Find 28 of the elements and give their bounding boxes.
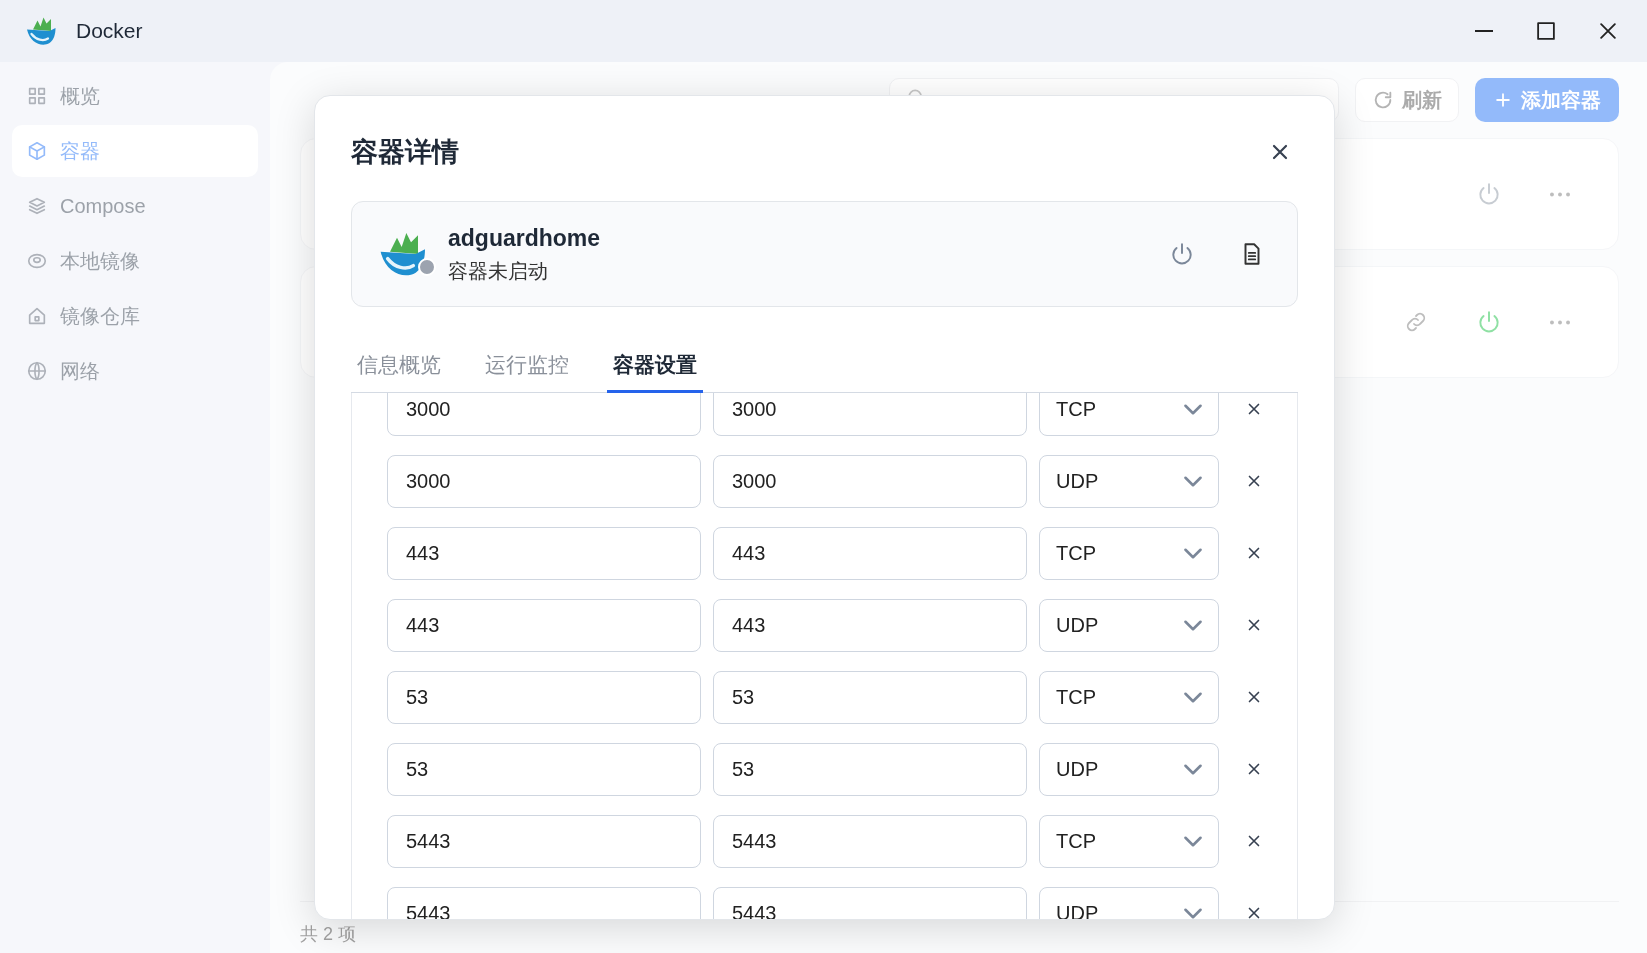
- container-port-field[interactable]: 443: [713, 598, 1027, 652]
- dialog-title: 容器详情: [351, 136, 459, 169]
- protocol-select[interactable]: TCP: [1039, 814, 1219, 868]
- host-port-field[interactable]: 53: [387, 670, 701, 724]
- container-port-field[interactable]: 5443: [713, 886, 1027, 919]
- host-port-field[interactable]: 3000: [387, 392, 701, 436]
- protocol-select[interactable]: TCP: [1039, 392, 1219, 436]
- window-title: Docker: [76, 18, 143, 45]
- container-port-field[interactable]: 3000: [713, 392, 1027, 436]
- host-port-field[interactable]: 5443: [387, 814, 701, 868]
- container-port-field[interactable]: 53: [713, 742, 1027, 796]
- container-port-field[interactable]: 53: [713, 670, 1027, 724]
- protocol-select[interactable]: TCP: [1039, 526, 1219, 580]
- item-count: 共 2 项: [300, 923, 356, 946]
- host-port-field[interactable]: 5443: [387, 886, 701, 919]
- protocol-select[interactable]: UDP: [1039, 454, 1219, 508]
- container-name: adguardhome: [448, 224, 601, 254]
- host-port-field[interactable]: 443: [387, 598, 701, 652]
- container-port-field[interactable]: 5443: [713, 814, 1027, 868]
- host-port-field[interactable]: 443: [387, 526, 701, 580]
- container-port-field[interactable]: 3000: [713, 454, 1027, 508]
- protocol-select[interactable]: UDP: [1039, 598, 1219, 652]
- host-port-field[interactable]: 53: [387, 742, 701, 796]
- container-port-field[interactable]: 443: [713, 526, 1027, 580]
- protocol-select[interactable]: UDP: [1039, 742, 1219, 796]
- protocol-select[interactable]: TCP: [1039, 670, 1219, 724]
- container-status: 容器未启动: [448, 258, 549, 284]
- host-port-field[interactable]: 3000: [387, 454, 701, 508]
